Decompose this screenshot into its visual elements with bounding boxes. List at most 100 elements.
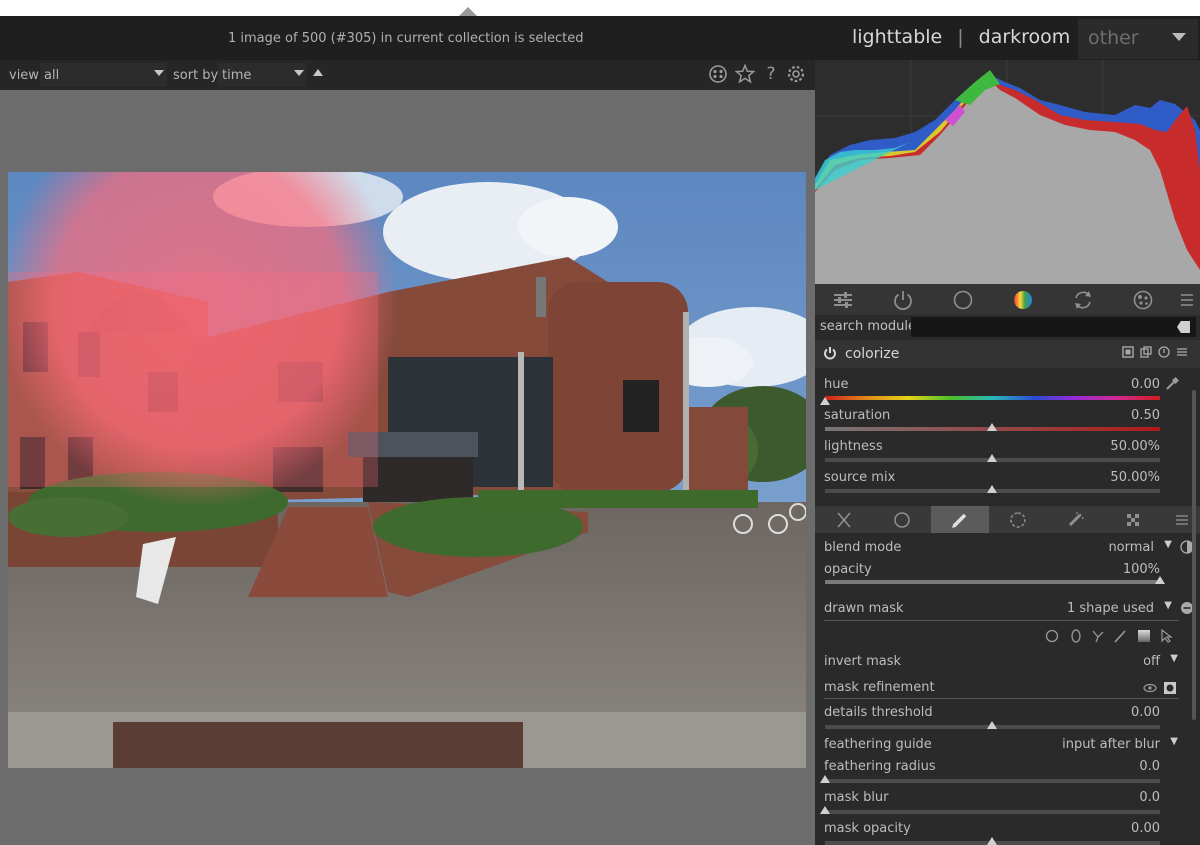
top-panel-strip[interactable] <box>0 0 1200 16</box>
details-threshold-value: 0.00 <box>1131 705 1160 720</box>
sort-by-label: sort by <box>173 68 219 83</box>
close-icon <box>837 512 851 528</box>
blend-mode-dropdown[interactable]: blend mode normal ▼ <box>815 539 1200 558</box>
details-threshold-label: details threshold <box>824 705 933 720</box>
lightness-label: lightness <box>824 439 883 454</box>
blend-parametric-tab[interactable] <box>989 506 1047 533</box>
gradient-icon[interactable] <box>1137 629 1151 643</box>
view-other-label: other <box>1088 27 1139 49</box>
view-other-dropdown[interactable]: other <box>1078 19 1198 59</box>
feathering-guide-value: input after blur <box>1062 737 1160 752</box>
invert-mask-dropdown[interactable]: invert mask off ▼ <box>815 653 1200 674</box>
photo-canvas[interactable] <box>8 172 806 768</box>
chevron-down-icon: ▼ <box>1164 600 1172 611</box>
chevron-down-icon: ▼ <box>1164 539 1172 550</box>
color-picker-icon[interactable] <box>1165 376 1180 391</box>
correct-icon[interactable] <box>1072 289 1094 311</box>
mask-opacity-handle[interactable] <box>987 837 997 845</box>
mask-blur-slider[interactable]: mask blur 0.0 <box>815 790 1200 816</box>
ellipse-icon[interactable] <box>1069 629 1083 643</box>
lightness-slider[interactable]: lightness 50.00% <box>815 439 1200 469</box>
module-groups-bar <box>815 284 1200 315</box>
hue-slider-handle[interactable] <box>820 397 830 405</box>
blend-raster-tab[interactable] <box>1105 506 1163 533</box>
presets-icon[interactable] <box>708 64 728 84</box>
drawn-mask-label: drawn mask <box>824 601 904 616</box>
shape-tools <box>815 627 1200 647</box>
colorize-module-header[interactable]: colorize <box>815 340 1200 368</box>
hue-value: 0.00 <box>1131 377 1160 392</box>
feathering-radius-value: 0.0 <box>1139 759 1160 774</box>
color-icon[interactable] <box>1012 289 1034 311</box>
invert-mask-value: off <box>1143 654 1160 669</box>
hue-slider[interactable]: hue 0.00 <box>815 376 1200 406</box>
details-threshold-slider[interactable]: details threshold 0.00 <box>815 705 1200 731</box>
view-filter-value: all <box>44 68 60 83</box>
raster-icon <box>1127 514 1139 526</box>
chevron-down-icon: ▼ <box>1170 653 1178 664</box>
histogram[interactable] <box>815 60 1200 284</box>
saturation-slider[interactable]: saturation 0.50 <box>815 408 1200 438</box>
mask-display-icon[interactable] <box>1163 681 1177 695</box>
mask-blur-value: 0.0 <box>1139 790 1160 805</box>
star-icon[interactable] <box>734 63 756 84</box>
mask-opacity-label: mask opacity <box>824 821 911 836</box>
view-darkroom[interactable]: darkroom <box>979 26 1071 48</box>
mask-opacity-slider[interactable]: mask opacity 0.00 <box>815 821 1200 845</box>
lightness-value: 50.00% <box>1110 439 1160 454</box>
blend-drawn-tab[interactable] <box>931 506 989 533</box>
module-reset-icon[interactable] <box>1158 346 1170 358</box>
source-mix-slider-handle[interactable] <box>987 485 997 493</box>
mask-refinement-label: mask refinement <box>824 680 935 695</box>
opacity-slider[interactable]: opacity 100% <box>815 562 1200 588</box>
view-switcher: lighttable | darkroom | other <box>852 19 1198 59</box>
module-power-icon[interactable] <box>823 346 837 360</box>
search-module-input[interactable] <box>911 317 1196 337</box>
sort-order-toggle-icon[interactable] <box>313 69 323 76</box>
base-icon[interactable] <box>952 289 974 311</box>
uniform-circle-icon <box>894 512 910 528</box>
image-workspace[interactable] <box>0 90 815 845</box>
menu-icon[interactable] <box>1179 289 1200 311</box>
blend-drawn-parametric-tab[interactable] <box>1047 506 1105 533</box>
saturation-slider-handle[interactable] <box>987 423 997 431</box>
module-instance-icon[interactable] <box>1140 346 1152 358</box>
view-filter-select[interactable]: all <box>40 63 167 87</box>
circle-icon[interactable] <box>1045 629 1059 643</box>
feathering-radius-slider[interactable]: feathering radius 0.0 <box>815 759 1200 785</box>
lightness-slider-handle[interactable] <box>987 454 997 462</box>
blend-uniform-tab[interactable] <box>873 506 931 533</box>
opacity-slider-handle[interactable] <box>1155 576 1165 584</box>
help-icon[interactable]: ? <box>761 64 781 84</box>
feathering-radius-handle[interactable] <box>820 775 830 783</box>
active-modules-icon[interactable] <box>892 289 914 311</box>
feathering-radius-track <box>825 779 1160 783</box>
sort-by-value: time <box>222 68 252 83</box>
details-threshold-handle[interactable] <box>987 721 997 729</box>
eye-icon[interactable] <box>1143 681 1157 695</box>
view-lighttable[interactable]: lighttable <box>852 26 942 48</box>
feathering-guide-dropdown[interactable]: feathering guide input after blur ▼ <box>815 736 1200 757</box>
parametric-icon <box>1010 512 1026 528</box>
module-presets-icon[interactable] <box>1176 346 1188 358</box>
path-icon[interactable] <box>1091 629 1105 643</box>
mask-blur-handle[interactable] <box>820 806 830 814</box>
effect-icon[interactable] <box>1132 289 1154 311</box>
drawn-mask-row[interactable]: drawn mask 1 shape used ▼ <box>815 600 1200 621</box>
drawn-mask-value: 1 shape used <box>1066 601 1154 616</box>
brush-icon[interactable] <box>1113 629 1127 643</box>
quick-access-icon[interactable] <box>832 289 854 311</box>
menu-icon <box>1176 515 1188 525</box>
drawn-mask-divider <box>824 620 1179 621</box>
sort-by-select[interactable]: time <box>218 63 306 87</box>
module-mask-indicator-icon[interactable] <box>1122 346 1134 358</box>
settings-icon[interactable] <box>786 64 806 84</box>
clear-search-icon[interactable] <box>1177 321 1190 333</box>
right-panel-scrollbar[interactable] <box>1192 390 1196 720</box>
blend-off-tab[interactable] <box>815 506 873 533</box>
collapse-top-panel-arrow-icon[interactable] <box>459 7 477 16</box>
edit-shapes-icon[interactable] <box>1159 628 1173 643</box>
source-mix-slider[interactable]: source mix 50.00% <box>815 470 1200 500</box>
module-name: colorize <box>845 346 900 362</box>
mask-refinement-section[interactable]: mask refinement <box>815 680 1200 700</box>
